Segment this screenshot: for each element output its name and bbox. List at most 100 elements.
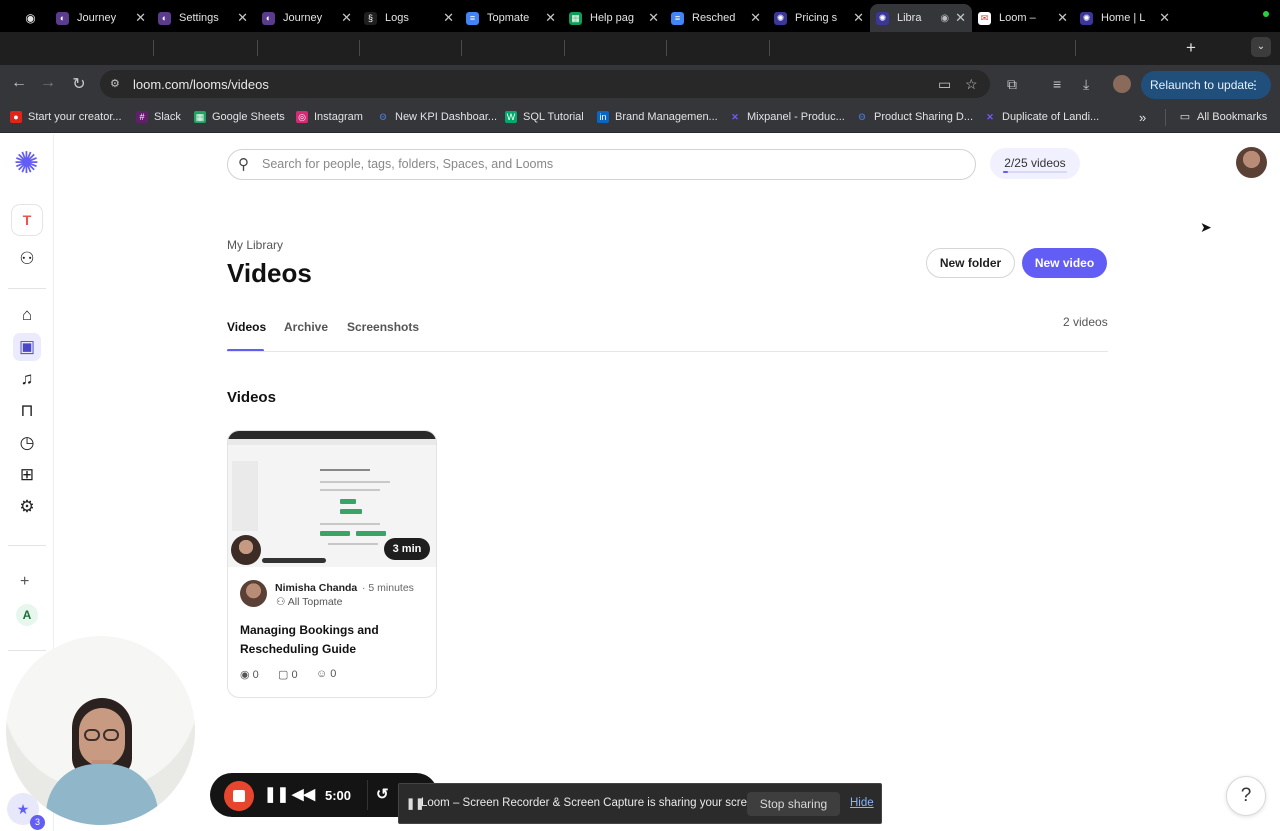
- recording-indicator-icon: ◉: [940, 12, 950, 24]
- bookmark-item[interactable]: ◎ Instagram: [296, 111, 363, 123]
- extensions-icon[interactable]: ⧉: [1007, 76, 1017, 93]
- browser-tab[interactable]: ◐ Journey ✕: [56, 4, 146, 32]
- camera-bubble[interactable]: [6, 636, 195, 825]
- bookmark-item[interactable]: ʘ New KPI Dashboar...: [377, 111, 497, 123]
- bookmark-item[interactable]: ▦ Google Sheets: [194, 111, 285, 123]
- browser-tab[interactable]: § Logs ✕: [364, 4, 454, 32]
- bookmark-star-icon[interactable]: ☆: [965, 76, 978, 93]
- cast-icon[interactable]: ▭: [938, 76, 951, 93]
- bookmark-item[interactable]: ✕ Duplicate of Landi...: [984, 111, 1099, 123]
- close-icon[interactable]: ✕: [1159, 10, 1170, 26]
- close-icon[interactable]: ✕: [237, 10, 248, 26]
- close-icon[interactable]: ✕: [853, 10, 864, 26]
- close-icon[interactable]: ✕: [1057, 10, 1068, 26]
- loom-icon: ✺: [876, 11, 889, 25]
- author-name[interactable]: Nimisha Chanda: [275, 582, 357, 594]
- quota-progress: [1003, 171, 1067, 173]
- back-icon[interactable]: ←: [9, 74, 29, 92]
- workspace-avatar[interactable]: A: [16, 604, 38, 626]
- comments-stat: ▢ 0: [278, 668, 298, 681]
- workspace-badge[interactable]: T: [12, 205, 42, 235]
- bookmark-item[interactable]: ʘ Product Sharing D...: [856, 111, 973, 123]
- restart-icon[interactable]: ↺: [376, 785, 389, 803]
- forward-icon[interactable]: →: [38, 74, 58, 92]
- close-icon[interactable]: ✕: [648, 10, 659, 26]
- tab-archive[interactable]: Archive: [284, 320, 328, 334]
- bell-icon[interactable]: ♫: [13, 365, 41, 393]
- bookmark-item[interactable]: # Slack: [136, 111, 181, 123]
- browser-tab[interactable]: ✺ Libra ◉ ✕: [870, 4, 972, 32]
- rewind-icon[interactable]: ◀◀: [292, 785, 315, 803]
- browser-tab[interactable]: ≡ Resched ✕: [671, 4, 761, 32]
- tab-videos[interactable]: Videos: [227, 320, 266, 334]
- bookmark-item[interactable]: ✕ Mixpanel - Produc...: [729, 111, 845, 123]
- gift-icon[interactable]: ⊞: [13, 461, 41, 489]
- more-icon[interactable]: ⋮: [1249, 71, 1261, 99]
- user-avatar[interactable]: [1236, 147, 1267, 178]
- new-folder-button[interactable]: New folder: [926, 248, 1015, 278]
- bookmark-item[interactable]: ● Start your creator...: [10, 111, 122, 123]
- bookmark-favicon-icon: ✕: [986, 112, 994, 122]
- stop-recording-button[interactable]: [224, 781, 254, 811]
- emoji-icon: ☺: [316, 668, 331, 680]
- bookmark-item[interactable]: W SQL Tutorial: [505, 111, 584, 123]
- new-video-button[interactable]: New video: [1022, 248, 1107, 278]
- pause-icon[interactable]: ❚❚: [264, 785, 289, 803]
- reload-icon[interactable]: ↻: [69, 74, 89, 94]
- browser-tab[interactable]: ▦ Help pag ✕: [569, 4, 659, 32]
- browser-profile-avatar[interactable]: [1113, 75, 1131, 93]
- gear-icon[interactable]: ⚙: [13, 493, 41, 521]
- search-input[interactable]: [262, 152, 962, 176]
- video-quota[interactable]: 2/25 videos: [990, 148, 1080, 179]
- browser-tab[interactable]: ✺ Home | L ✕: [1080, 4, 1170, 32]
- people-icon[interactable]: ⚇: [13, 245, 41, 273]
- help-button[interactable]: ?: [1226, 776, 1266, 816]
- browser-tab[interactable]: ✉ Loom – ✕: [978, 4, 1068, 32]
- tab-screenshots[interactable]: Screenshots: [347, 320, 419, 334]
- loom-logo-icon[interactable]: ✺: [13, 149, 40, 179]
- controls-divider: [367, 780, 368, 810]
- browser-tab[interactable]: ◐ Settings ✕: [158, 4, 248, 32]
- relaunch-button[interactable]: Relaunch to update ⋮: [1141, 71, 1271, 99]
- close-icon[interactable]: ✕: [135, 10, 146, 26]
- library-icon[interactable]: ▣: [13, 333, 41, 361]
- author-avatar[interactable]: [240, 580, 267, 607]
- url-text[interactable]: loom.com/looms/videos: [133, 77, 269, 92]
- tab-divider: [1075, 40, 1076, 56]
- hide-link[interactable]: Hide: [850, 797, 874, 809]
- video-card[interactable]: 3 min Nimisha Chanda · 5 minutes ⚇ All T…: [227, 430, 437, 698]
- all-bookmarks[interactable]: ▭ All Bookmarks: [1179, 111, 1268, 123]
- home-icon[interactable]: ⌂: [13, 301, 41, 329]
- rail-divider: [8, 288, 46, 289]
- close-icon[interactable]: ✕: [545, 10, 556, 26]
- browser-tab[interactable]: ✺ Pricing s ✕: [774, 4, 864, 32]
- browser-tab[interactable]: ≡ Topmate ✕: [466, 4, 556, 32]
- bookmark-icon[interactable]: ⊓: [13, 397, 41, 425]
- relaunch-label: Relaunch to update: [1150, 78, 1255, 92]
- bookmarks-overflow-icon[interactable]: »: [1139, 110, 1146, 125]
- video-thumbnail[interactable]: 3 min: [228, 431, 436, 567]
- space-label[interactable]: ⚇ All Topmate: [276, 596, 342, 608]
- quota-progress-fill: [1003, 171, 1009, 173]
- browser-tab[interactable]: ◐ Journey ✕: [262, 4, 352, 32]
- download-icon[interactable]: ⤓: [1083, 76, 1089, 93]
- thumbnail-button: [356, 531, 386, 536]
- clock-icon[interactable]: ◷: [13, 429, 41, 457]
- close-icon[interactable]: ✕: [341, 10, 352, 26]
- add-workspace-icon[interactable]: +: [20, 573, 29, 591]
- bookmark-item[interactable]: in Brand Managemen...: [597, 111, 718, 123]
- tab-search-button[interactable]: ⌄: [1251, 37, 1271, 57]
- close-icon[interactable]: ✕: [443, 10, 454, 26]
- video-title[interactable]: Managing Bookings and Rescheduling Guide: [240, 621, 420, 659]
- new-tab-button[interactable]: +: [1186, 38, 1196, 58]
- close-icon[interactable]: ✕: [955, 10, 966, 26]
- bookmark-label: Instagram: [314, 111, 363, 123]
- close-icon[interactable]: ✕: [750, 10, 761, 26]
- people-icon: ⚇: [276, 596, 288, 608]
- reading-list-icon[interactable]: ≡: [1053, 76, 1061, 92]
- stop-sharing-button[interactable]: Stop sharing: [747, 792, 840, 816]
- thumbnail-sidebar: [232, 461, 258, 531]
- site-info-icon[interactable]: ⚙: [110, 77, 120, 90]
- breadcrumb[interactable]: My Library: [227, 238, 283, 252]
- browser-tab[interactable]: ◉: [24, 4, 44, 32]
